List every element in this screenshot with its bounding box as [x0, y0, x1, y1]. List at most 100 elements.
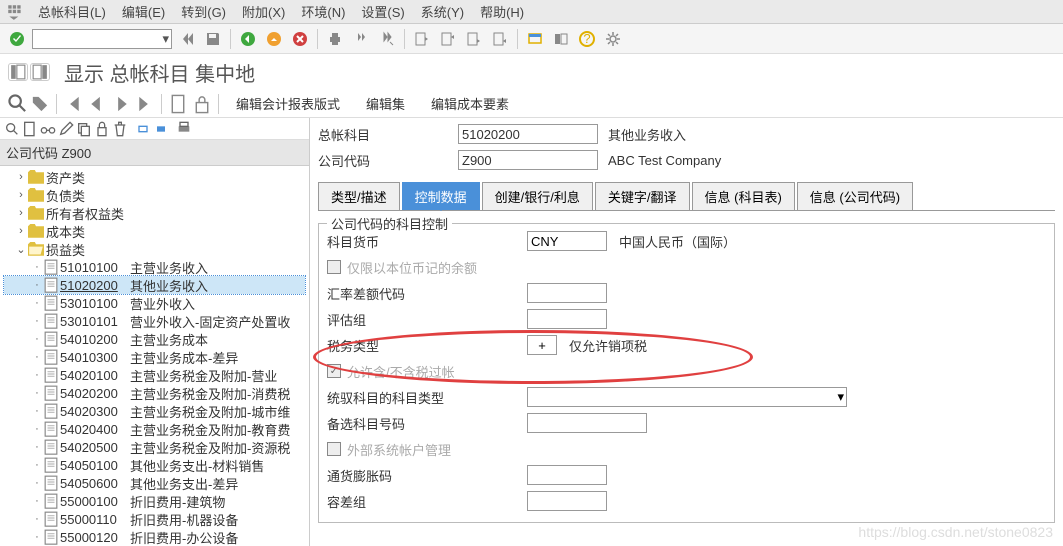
enter-icon[interactable] [6, 28, 28, 50]
tree-collapse-icon[interactable] [153, 121, 169, 137]
currency-field[interactable] [527, 231, 607, 251]
settings-icon[interactable] [602, 28, 624, 50]
tab-keyword[interactable]: 关键字/翻译 [595, 182, 690, 210]
tree-copy-icon[interactable] [76, 121, 92, 137]
title-area: 显示 总帐科目 集中地 [0, 54, 1063, 90]
edit-fs-layout-button[interactable]: 编辑会计报表版式 [225, 91, 351, 116]
tree-item[interactable]: ·51020200 其他业务收入 [4, 276, 305, 294]
tree-delete-icon[interactable] [112, 121, 128, 137]
tol-field[interactable] [527, 491, 607, 511]
first-page-icon[interactable] [411, 28, 433, 50]
infl-field[interactable] [527, 465, 607, 485]
tree-item[interactable]: ·54020300 主营业务税金及附加-城市维 [4, 402, 305, 420]
chevron-left-icon[interactable] [176, 28, 198, 50]
ext-label: 外部系统帐户管理 [347, 440, 547, 459]
tree-item[interactable]: ·53010100 营业外收入 [4, 294, 305, 312]
tabs: 类型/描述 控制数据 创建/银行/利息 关键字/翻译 信息 (科目表) 信息 (… [318, 182, 1055, 211]
tab-create[interactable]: 创建/银行/利息 [482, 182, 593, 210]
menu-edit[interactable]: 编辑(E) [114, 2, 173, 21]
menu-extras[interactable]: 附加(X) [234, 2, 293, 21]
menu-goto[interactable]: 转到(G) [173, 2, 234, 21]
currency-label: 科目货币 [327, 232, 527, 251]
first-icon[interactable] [63, 94, 83, 114]
menu-help[interactable]: 帮助(H) [472, 2, 532, 21]
taxtype-field[interactable] [527, 335, 557, 355]
layout-right-icon[interactable] [30, 63, 50, 81]
tree-item[interactable]: ·54050600 其他业务支出-差异 [4, 474, 305, 492]
tree-item[interactable]: ·54050100 其他业务支出-材料销售 [4, 456, 305, 474]
tree-item[interactable]: ·54020200 主营业务税金及附加-消费税 [4, 384, 305, 402]
lock-icon[interactable] [192, 94, 212, 114]
tree-item[interactable]: ·55000100 折旧费用-建筑物 [4, 492, 305, 510]
session-icon[interactable] [524, 28, 546, 50]
last-icon[interactable] [135, 94, 155, 114]
display-icon[interactable] [8, 94, 28, 114]
tab-info-cc[interactable]: 信息 (公司代码) [797, 182, 913, 210]
company-code-field[interactable] [458, 150, 598, 170]
tree-lock-icon[interactable] [94, 121, 110, 137]
tree-category-open[interactable]: ⌄损益类 [4, 240, 305, 258]
help-icon[interactable]: ? [576, 28, 598, 50]
layout-icon[interactable] [550, 28, 572, 50]
tree-item[interactable]: ·54010200 主营业务成本 [4, 330, 305, 348]
tree-item-code: 54020400 [60, 422, 130, 437]
tree-item[interactable]: ·54020100 主营业务税金及附加-营业 [4, 366, 305, 384]
layout-left-icon[interactable] [8, 63, 28, 81]
tree-item[interactable]: ·54010300 主营业务成本-差异 [4, 348, 305, 366]
exit-icon[interactable] [263, 28, 285, 50]
tree-item-code: 54010200 [60, 332, 130, 347]
tree-item[interactable]: ·51010100 主营业务收入 [4, 258, 305, 276]
page-title: 显示 总帐科目 集中地 [64, 58, 255, 87]
tab-info-coa[interactable]: 信息 (科目表) [692, 182, 795, 210]
change-icon[interactable] [30, 94, 50, 114]
tree-print-icon[interactable] [176, 121, 192, 137]
tree-item-label: 主营业务成本-差异 [130, 348, 238, 367]
menu-system[interactable]: 系统(Y) [413, 2, 472, 21]
tree-item-label: 营业外收入 [130, 294, 195, 313]
command-field[interactable]: ▾ [32, 29, 172, 49]
tree-item[interactable]: ·55000120 折旧费用-办公设备 [4, 528, 305, 546]
prev-icon[interactable] [87, 94, 107, 114]
tree-item[interactable]: ·55000110 折旧费用-机器设备 [4, 510, 305, 528]
prev-page-icon[interactable] [437, 28, 459, 50]
find-next-icon[interactable] [376, 28, 398, 50]
tree-label: 所有者权益类 [46, 204, 124, 223]
alt-field[interactable] [527, 413, 647, 433]
tab-type[interactable]: 类型/描述 [318, 182, 400, 210]
menu-general-ledger[interactable]: 总帐科目(L) [30, 2, 114, 21]
tree-category[interactable]: ›负债类 [4, 186, 305, 204]
next-icon[interactable] [111, 94, 131, 114]
tree-edit-icon[interactable] [58, 121, 74, 137]
account-tree[interactable]: ›资产类 ›负债类 ›所有者权益类 ›成本类 ⌄损益类 ·51010100 主营… [0, 166, 309, 546]
app-menu-icon[interactable] [6, 3, 24, 21]
menu-environment[interactable]: 环境(N) [293, 2, 353, 21]
last-page-icon[interactable] [489, 28, 511, 50]
tree-category[interactable]: ›成本类 [4, 222, 305, 240]
exrate-field[interactable] [527, 283, 607, 303]
doc-icon[interactable] [168, 94, 188, 114]
main-toolbar: ▾ ? [0, 24, 1063, 54]
tree-label: 资产类 [46, 168, 85, 187]
recon-select[interactable]: ▾ [527, 387, 847, 407]
tree-item[interactable]: ·54020500 主营业务税金及附加-资源税 [4, 438, 305, 456]
tab-control-data[interactable]: 控制数据 [402, 182, 480, 210]
tree-find-icon[interactable] [4, 121, 20, 137]
find-icon[interactable] [350, 28, 372, 50]
back-icon[interactable] [237, 28, 259, 50]
tree-item[interactable]: ·53010101 营业外收入-固定资产处置收 [4, 312, 305, 330]
menu-settings[interactable]: 设置(S) [353, 2, 412, 21]
edit-cost-element-button[interactable]: 编辑成本要素 [420, 91, 520, 116]
tree-glasses-icon[interactable] [40, 121, 56, 137]
tree-expand-icon[interactable] [135, 121, 151, 137]
tree-item[interactable]: ·54020400 主营业务税金及附加-教育费 [4, 420, 305, 438]
save-icon[interactable] [202, 28, 224, 50]
print-icon[interactable] [324, 28, 346, 50]
cancel-icon[interactable] [289, 28, 311, 50]
next-page-icon[interactable] [463, 28, 485, 50]
valgroup-field[interactable] [527, 309, 607, 329]
tree-new-icon[interactable] [22, 121, 38, 137]
account-number-field[interactable] [458, 124, 598, 144]
tree-category[interactable]: ›所有者权益类 [4, 204, 305, 222]
tree-category[interactable]: ›资产类 [4, 168, 305, 186]
edit-set-button[interactable]: 编辑集 [355, 91, 416, 116]
